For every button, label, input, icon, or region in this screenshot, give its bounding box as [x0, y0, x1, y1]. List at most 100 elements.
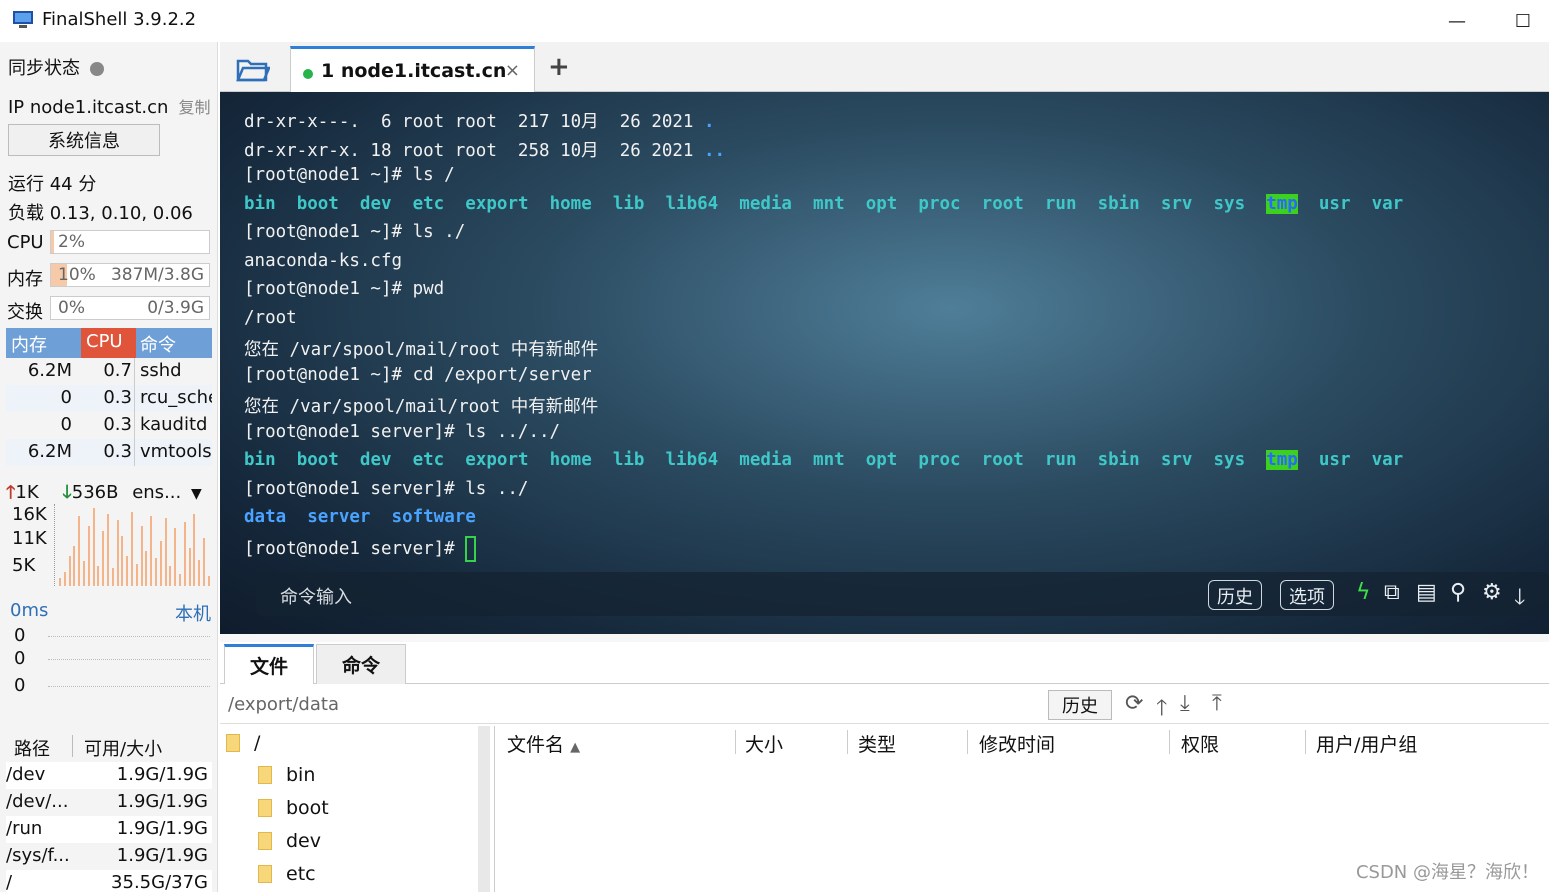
network-interface-select[interactable]: ens...	[132, 482, 181, 503]
app-logo-icon	[13, 11, 33, 28]
search-icon[interactable]: ⚲	[1450, 580, 1466, 605]
dir-entry: sys	[1213, 450, 1246, 470]
tree-item[interactable]: bin	[258, 764, 315, 786]
lightning-icon[interactable]: ϟ	[1356, 580, 1371, 605]
ip-row: IP node1.itcast.cn 复制	[8, 94, 210, 118]
tree-item[interactable]: boot	[258, 797, 329, 819]
tree-item-root[interactable]: /	[226, 732, 260, 754]
graph-bar	[150, 516, 153, 586]
terminal-cursor	[465, 536, 477, 562]
ping-target[interactable]: 本机	[175, 600, 211, 626]
network-graph	[54, 504, 212, 586]
upload-arrow-icon: 🡑	[6, 482, 16, 503]
terminal-line: [root@node1 ~]# pwd	[244, 279, 445, 299]
proc-col-cmd[interactable]: 命令	[140, 331, 176, 357]
dir-entry: mnt	[813, 194, 845, 214]
proc-cpu: 0.3	[103, 387, 132, 408]
refresh-icon[interactable]: ⟳	[1125, 691, 1143, 716]
system-monitor-panel: 同步状态 IP node1.itcast.cn 复制 系统信息 运行 44 分 负…	[0, 42, 218, 892]
process-row[interactable]: 6.2M 0.3 vmtoolsd	[6, 439, 212, 466]
tree-item[interactable]: dev	[258, 830, 321, 852]
disk-row[interactable]: /sys/f... 1.9G/1.9G	[6, 843, 212, 870]
dir-entry: var	[1371, 194, 1404, 214]
terminal-line: [root@node1 ~]# ls ./	[244, 222, 466, 242]
path-input[interactable]: /export/data	[228, 694, 339, 715]
up-dir-icon[interactable]: 🡑	[1156, 691, 1167, 729]
terminal-line: anaconda-ks.cfg	[244, 251, 403, 271]
session-tab-label: 1 node1.itcast.cn	[321, 60, 507, 82]
dir-entry: server	[307, 507, 371, 527]
graph-bar	[174, 528, 177, 586]
col-size[interactable]: 大小	[745, 730, 783, 757]
col-owner[interactable]: 用户/用户组	[1316, 730, 1417, 757]
terminal-prompt-line: [root@node1 server]#	[244, 536, 477, 562]
history-button[interactable]: 历史	[1208, 580, 1262, 610]
disk-row[interactable]: /35.5G/37G	[6, 870, 212, 892]
chevron-down-icon[interactable]: ▼	[191, 486, 202, 502]
graph-bar	[73, 546, 76, 586]
tab-session-node1[interactable]: 1 node1.itcast.cn ×	[290, 46, 535, 92]
tree-item[interactable]: etc	[258, 863, 316, 885]
proc-cmd: rcu_sche	[140, 387, 212, 408]
tab-commands[interactable]: 命令	[316, 644, 406, 684]
open-folder-button[interactable]	[220, 48, 286, 92]
proc-cmd: kauditd	[140, 414, 208, 435]
terminal-view[interactable]: dr-xr-x---. 6 root root 217 10月 26 2021 …	[220, 92, 1549, 634]
proc-cmd: sshd	[140, 360, 182, 381]
directory-tree: / bin boot dev etc	[220, 726, 490, 892]
dir-entry: lib	[612, 450, 645, 470]
close-icon[interactable]: ×	[505, 60, 520, 81]
col-filename[interactable]: 文件名 ▲	[507, 730, 580, 757]
graph-bar	[135, 564, 138, 586]
upload-icon[interactable]: ⤒	[1212, 691, 1222, 716]
graph-bar	[188, 548, 191, 586]
title-bar: FinalShell 3.9.2.2 — ☐	[0, 0, 1549, 42]
disk-row[interactable]: /dev/... 1.9G/1.9G	[6, 789, 212, 816]
copy-ip-link[interactable]: 复制	[178, 98, 210, 117]
terminal-line: dr-xr-xr-x. 18 root root 258 10月 26 2021…	[244, 141, 726, 161]
minimize-button[interactable]: —	[1440, 6, 1474, 36]
disk-col-path[interactable]: 路径	[14, 735, 50, 761]
tab-files[interactable]: 文件	[224, 644, 314, 684]
tree-scrollbar[interactable]	[478, 726, 490, 892]
watermark: CSDN @海星？海欣！	[1355, 862, 1539, 883]
dir-entry: export	[465, 450, 529, 470]
gear-icon[interactable]: ⚙	[1482, 580, 1502, 605]
options-button[interactable]: 选项	[1280, 580, 1334, 610]
maximize-button[interactable]: ☐	[1506, 6, 1540, 36]
graph-bar	[198, 560, 201, 586]
folder-icon	[258, 799, 272, 817]
process-row[interactable]: 0 0.3 rcu_sche	[6, 385, 212, 412]
col-permission[interactable]: 权限	[1181, 730, 1219, 757]
download-icon[interactable]: ⤓	[1180, 691, 1190, 716]
sync-status: 同步状态	[8, 54, 104, 80]
process-row[interactable]: 6.2M 0.7 sshd	[6, 358, 212, 385]
disk-col-size[interactable]: 可用/大小	[84, 735, 162, 761]
path-history-button[interactable]: 历史	[1048, 690, 1112, 720]
command-input[interactable]: 命令输入	[280, 583, 352, 609]
proc-col-mem[interactable]: 内存	[11, 331, 47, 357]
graph-bar	[121, 536, 124, 586]
proc-cmd: vmtoolsd	[140, 441, 212, 462]
paste-icon[interactable]: ▤	[1416, 580, 1437, 605]
graph-bar	[193, 514, 196, 586]
system-info-button[interactable]: 系统信息	[8, 124, 160, 156]
command-input-bar[interactable]: 命令输入 历史 选项 ϟ ⧉ ▤ ⚲ ⚙ 🡓	[256, 572, 1549, 616]
disk-row[interactable]: /run 1.9G/1.9G	[6, 816, 212, 843]
process-row[interactable]: 0 0.3 kauditd	[6, 412, 212, 439]
copy-icon[interactable]: ⧉	[1384, 580, 1400, 605]
proc-col-cpu[interactable]: CPU	[86, 331, 123, 352]
arrow-down-icon[interactable]: 🡓	[1514, 580, 1525, 618]
add-tab-button[interactable]: +	[548, 52, 570, 82]
disk-row[interactable]: /dev 1.9G/1.9G	[6, 762, 212, 789]
col-modified[interactable]: 修改时间	[979, 730, 1055, 757]
panel-splitter[interactable]	[220, 634, 1549, 642]
graph-bar	[111, 568, 114, 586]
terminal-line: 您在 /var/spool/mail/root 中有新邮件	[244, 340, 599, 360]
dir-entry: boot	[296, 450, 339, 470]
col-type[interactable]: 类型	[858, 730, 896, 757]
file-list: 文件名 ▲ 大小 类型 修改时间 权限 用户/用户组 CSDN @海星？海欣！	[494, 726, 1549, 892]
proc-cpu: 0.7	[103, 360, 132, 381]
swap-detail: 0/3.9G	[147, 298, 204, 318]
dir-entry: lib64	[665, 194, 719, 214]
